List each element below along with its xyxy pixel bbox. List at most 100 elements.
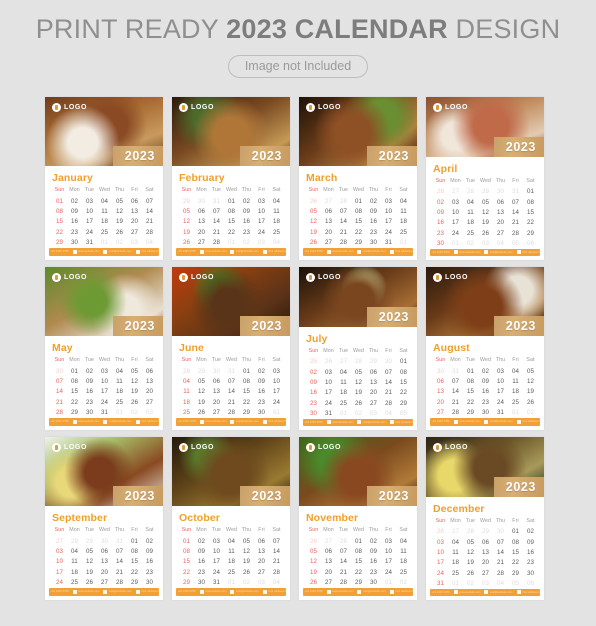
- day-cell[interactable]: 02: [239, 196, 254, 206]
- day-cell[interactable]: 24: [493, 397, 508, 407]
- day-cell[interactable]: 25: [224, 567, 239, 577]
- day-cell[interactable]: 21: [381, 388, 396, 398]
- day-cell-outside[interactable]: 03: [254, 237, 269, 247]
- day-cell[interactable]: 06: [254, 536, 269, 546]
- day-cell[interactable]: 11: [508, 376, 523, 386]
- day-cell[interactable]: 19: [179, 227, 194, 237]
- day-cell[interactable]: 15: [239, 387, 254, 397]
- day-cell[interactable]: 14: [52, 387, 67, 397]
- day-cell[interactable]: 23: [194, 567, 209, 577]
- day-cell-outside[interactable]: 26: [321, 357, 336, 367]
- day-cell[interactable]: 21: [493, 558, 508, 568]
- day-cell[interactable]: 22: [52, 227, 67, 237]
- day-cell[interactable]: 09: [254, 376, 269, 386]
- day-cell[interactable]: 06: [321, 546, 336, 556]
- day-cell[interactable]: 30: [142, 577, 157, 587]
- day-cell-outside[interactable]: 04: [142, 237, 157, 247]
- day-cell[interactable]: 14: [336, 557, 351, 567]
- day-cell[interactable]: 16: [366, 557, 381, 567]
- day-cell-outside[interactable]: 06: [523, 238, 538, 248]
- day-cell-outside[interactable]: 27: [52, 536, 67, 546]
- day-cell[interactable]: 11: [448, 547, 463, 557]
- day-cell-outside[interactable]: 05: [508, 238, 523, 248]
- day-cell[interactable]: 12: [239, 546, 254, 556]
- day-cell[interactable]: 11: [67, 557, 82, 567]
- day-cell[interactable]: 24: [52, 577, 67, 587]
- day-cell[interactable]: 26: [112, 227, 127, 237]
- day-cell[interactable]: 20: [433, 397, 448, 407]
- day-cell[interactable]: 18: [97, 217, 112, 227]
- day-cell[interactable]: 10: [433, 547, 448, 557]
- day-cell-outside[interactable]: 26: [433, 187, 448, 197]
- month-card[interactable]: LOGO 2023 February Sun Mon Tue Wed Thu Fri Sat 29 3…: [172, 97, 290, 260]
- day-cell-outside[interactable]: 25: [306, 357, 321, 367]
- day-cell[interactable]: 07: [448, 376, 463, 386]
- day-cell[interactable]: 09: [142, 546, 157, 556]
- day-cell[interactable]: 23: [523, 558, 538, 568]
- day-cell[interactable]: 14: [493, 547, 508, 557]
- day-cell-outside[interactable]: 27: [321, 196, 336, 206]
- day-cell[interactable]: 08: [463, 376, 478, 386]
- day-cell[interactable]: 09: [194, 546, 209, 556]
- day-cell[interactable]: 21: [336, 567, 351, 577]
- month-card[interactable]: LOGO 2023 June Sun Mon Tue Wed Thu Fri Sat 28 29 30 3…: [172, 267, 290, 430]
- day-cell[interactable]: 19: [306, 567, 321, 577]
- day-cell[interactable]: 09: [523, 537, 538, 547]
- day-cell[interactable]: 10: [209, 546, 224, 556]
- day-cell[interactable]: 02: [67, 196, 82, 206]
- day-cell[interactable]: 03: [82, 196, 97, 206]
- day-cell[interactable]: 12: [194, 387, 209, 397]
- day-cell[interactable]: 26: [306, 237, 321, 247]
- day-cell[interactable]: 06: [97, 546, 112, 556]
- day-cell[interactable]: 03: [209, 536, 224, 546]
- day-cell[interactable]: 08: [351, 206, 366, 216]
- day-cell[interactable]: 06: [433, 376, 448, 386]
- day-cell-outside[interactable]: 29: [194, 366, 209, 376]
- day-cell[interactable]: 12: [179, 217, 194, 227]
- day-cell[interactable]: 09: [82, 376, 97, 386]
- day-cell-outside[interactable]: 28: [179, 366, 194, 376]
- day-cell[interactable]: 12: [351, 377, 366, 387]
- day-cell[interactable]: 07: [209, 206, 224, 216]
- day-cell[interactable]: 09: [67, 206, 82, 216]
- day-cell[interactable]: 24: [381, 567, 396, 577]
- day-cell[interactable]: 26: [523, 397, 538, 407]
- day-cell[interactable]: 30: [433, 238, 448, 248]
- month-card[interactable]: LOGO 2023 May Sun Mon Tue Wed Thu Fri Sat 30 01 02 03…: [45, 267, 163, 430]
- day-cell-outside[interactable]: 30: [493, 527, 508, 537]
- day-cell[interactable]: 19: [112, 217, 127, 227]
- day-cell[interactable]: 05: [478, 197, 493, 207]
- day-cell[interactable]: 31: [433, 578, 448, 588]
- day-cell-outside[interactable]: 28: [463, 527, 478, 537]
- day-cell[interactable]: 25: [97, 227, 112, 237]
- day-cell[interactable]: 22: [224, 227, 239, 237]
- day-cell[interactable]: 21: [142, 217, 157, 227]
- day-cell[interactable]: 24: [82, 227, 97, 237]
- day-cell-outside[interactable]: 02: [127, 407, 142, 417]
- day-cell-outside[interactable]: 27: [448, 187, 463, 197]
- day-cell[interactable]: 13: [209, 387, 224, 397]
- day-cell-outside[interactable]: 30: [52, 366, 67, 376]
- day-cell[interactable]: 03: [97, 366, 112, 376]
- day-cell[interactable]: 12: [112, 206, 127, 216]
- day-cell[interactable]: 23: [67, 227, 82, 237]
- day-cell[interactable]: 01: [351, 536, 366, 546]
- day-cell-outside[interactable]: 29: [478, 187, 493, 197]
- day-cell[interactable]: 10: [52, 557, 67, 567]
- day-cell[interactable]: 20: [97, 567, 112, 577]
- day-cell[interactable]: 26: [82, 577, 97, 587]
- day-cell[interactable]: 01: [523, 187, 538, 197]
- day-cell[interactable]: 08: [508, 537, 523, 547]
- day-cell[interactable]: 12: [127, 376, 142, 386]
- day-cell[interactable]: 27: [321, 237, 336, 247]
- day-cell[interactable]: 12: [523, 376, 538, 386]
- day-cell[interactable]: 22: [179, 567, 194, 577]
- day-cell[interactable]: 29: [239, 407, 254, 417]
- day-cell[interactable]: 05: [306, 546, 321, 556]
- day-cell-outside[interactable]: 01: [97, 237, 112, 247]
- day-cell[interactable]: 26: [127, 397, 142, 407]
- day-cell[interactable]: 03: [321, 367, 336, 377]
- day-cell[interactable]: 06: [493, 197, 508, 207]
- day-cell-outside[interactable]: 30: [97, 536, 112, 546]
- day-cell[interactable]: 25: [269, 227, 284, 237]
